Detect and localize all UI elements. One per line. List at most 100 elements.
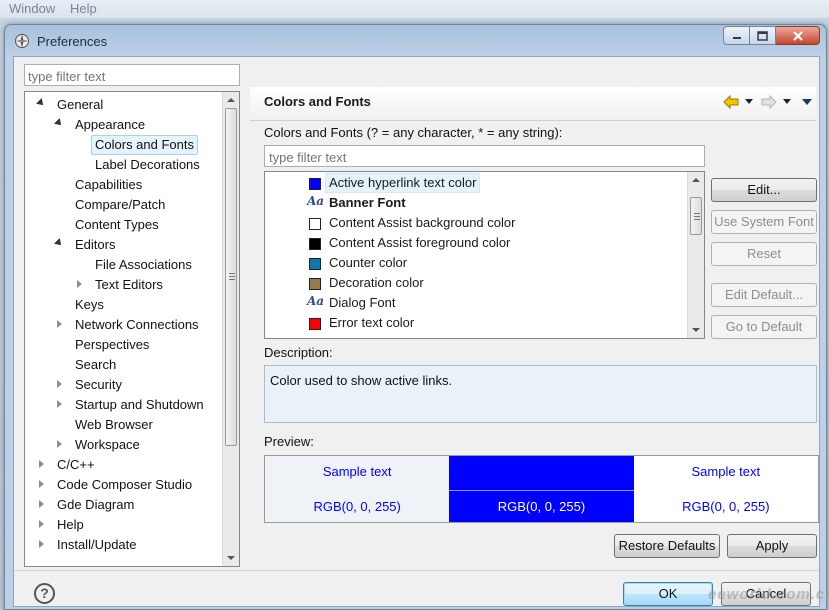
preferences-app-icon xyxy=(15,34,29,48)
list-item[interactable]: Aa Banner Font xyxy=(265,193,689,213)
collapsed-arrow-icon[interactable] xyxy=(39,520,44,528)
tree-scrollbar[interactable] xyxy=(222,92,239,566)
use-system-font-button[interactable]: Use System Font xyxy=(711,210,817,234)
collapsed-arrow-icon[interactable] xyxy=(39,480,44,488)
preferences-dialog: Preferences General Appearance Colors and … xyxy=(4,24,829,610)
colors-fonts-list[interactable]: Active hyperlink text color Aa Banner Font… xyxy=(264,171,705,339)
list-scroll-thumb[interactable] xyxy=(690,197,702,235)
preview-rgb-value: RGB(0, 0, 255) xyxy=(313,499,401,514)
preview-rgb-value: RGB(0, 0, 255) xyxy=(682,499,770,514)
edit-button[interactable]: Edit... xyxy=(711,178,817,202)
tree-filter-input[interactable] xyxy=(24,64,240,86)
scroll-down-arrow-icon[interactable] xyxy=(227,556,235,560)
tree-item[interactable]: Appearance xyxy=(54,115,149,135)
tree-item-label: Search xyxy=(75,357,117,372)
colors-filter-input[interactable] xyxy=(264,145,705,167)
tree-item[interactable]: Help xyxy=(39,515,88,535)
list-item[interactable]: Aa Dialog Font xyxy=(265,293,689,313)
ok-button[interactable]: OK xyxy=(623,582,713,606)
title-bar[interactable]: Preferences xyxy=(5,25,826,57)
tree-item[interactable]: Colors and Fonts xyxy=(77,135,198,155)
list-item[interactable]: Content Assist background color xyxy=(265,213,689,233)
help-icon[interactable]: ? xyxy=(34,583,55,604)
page-title: Colors and Fonts xyxy=(264,94,371,109)
edit-default-button[interactable]: Edit Default... xyxy=(711,283,817,307)
tree-item[interactable]: Install/Update xyxy=(39,535,141,555)
font-icon: Aa xyxy=(307,194,325,208)
list-item[interactable]: Counter color xyxy=(265,253,689,273)
tree-item-label: Install/Update xyxy=(57,537,137,552)
collapsed-arrow-icon[interactable] xyxy=(57,440,62,448)
tree-scroll-thumb[interactable] xyxy=(225,108,237,446)
close-button[interactable] xyxy=(776,26,820,45)
view-menu-icon[interactable] xyxy=(802,99,812,105)
back-arrow-icon[interactable] xyxy=(723,95,739,109)
list-item-label: Active hyperlink text color xyxy=(325,173,481,193)
list-item-label: Content Assist foreground color xyxy=(329,235,511,250)
color-swatch-icon xyxy=(309,238,321,250)
tree-item[interactable]: Capabilities xyxy=(57,175,146,195)
tree-item[interactable]: Search xyxy=(57,355,120,375)
tree-item[interactable]: Editors xyxy=(54,235,119,255)
tree-item[interactable]: Code Composer Studio xyxy=(39,475,196,495)
tree-item-label: Colors and Fonts xyxy=(91,135,198,155)
apply-button[interactable]: Apply xyxy=(727,534,817,558)
collapsed-arrow-icon[interactable] xyxy=(39,540,44,548)
menu-window[interactable]: Window xyxy=(9,1,55,16)
preferences-tree[interactable]: General Appearance Colors and Fonts Label D… xyxy=(24,91,240,567)
list-item[interactable]: Active hyperlink text color xyxy=(265,173,689,193)
list-item-label: Error text color xyxy=(329,315,415,330)
tree-item[interactable]: Text Editors xyxy=(77,275,167,295)
expanded-arrow-icon[interactable] xyxy=(36,98,46,108)
go-to-default-button[interactable]: Go to Default xyxy=(711,315,817,339)
minimize-button[interactable] xyxy=(723,26,750,45)
back-history-dropdown-icon[interactable] xyxy=(745,99,753,104)
dialog-body: General Appearance Colors and Fonts Label D… xyxy=(13,56,829,607)
list-item-label: Dialog Font xyxy=(329,295,396,310)
expanded-arrow-icon[interactable] xyxy=(54,238,64,248)
menu-help[interactable]: Help xyxy=(70,1,97,16)
tree-item[interactable]: Workspace xyxy=(57,435,144,455)
tree-item[interactable]: Web Browser xyxy=(57,415,157,435)
background-menubar: Window Help xyxy=(0,0,829,18)
forward-history-dropdown-icon[interactable] xyxy=(783,99,791,104)
tree-item[interactable]: File Associations xyxy=(77,255,196,275)
list-item[interactable]: Error text color xyxy=(265,313,689,333)
tree-item[interactable]: Security xyxy=(57,375,126,395)
collapsed-arrow-icon[interactable] xyxy=(39,460,44,468)
scroll-up-arrow-icon[interactable] xyxy=(692,178,700,182)
color-swatch-icon xyxy=(309,258,321,270)
font-icon: Aa xyxy=(307,294,325,308)
tree-item[interactable]: Gde Diagram xyxy=(39,495,138,515)
collapsed-arrow-icon[interactable] xyxy=(57,320,62,328)
tree-item[interactable]: Startup and Shutdown xyxy=(57,395,208,415)
list-item[interactable]: Content Assist foreground color xyxy=(265,233,689,253)
tree-item[interactable]: Perspectives xyxy=(57,335,153,355)
restore-defaults-button[interactable]: Restore Defaults xyxy=(614,534,720,558)
preview-label: Preview: xyxy=(264,434,314,449)
collapsed-arrow-icon[interactable] xyxy=(57,400,62,408)
collapsed-arrow-icon[interactable] xyxy=(77,280,82,288)
tree-item-label: Perspectives xyxy=(75,337,150,352)
reset-button[interactable]: Reset xyxy=(711,242,817,266)
tree-item[interactable]: Label Decorations xyxy=(77,155,204,175)
tree-item[interactable]: C/C++ xyxy=(39,455,99,475)
tree-item-label: Network Connections xyxy=(75,317,199,332)
scroll-down-arrow-icon[interactable] xyxy=(692,328,700,332)
tree-item[interactable]: Compare/Patch xyxy=(57,195,169,215)
tree-item[interactable]: Keys xyxy=(57,295,108,315)
tree-item[interactable]: Network Connections xyxy=(57,315,203,335)
tree-item-label: Web Browser xyxy=(75,417,153,432)
tree-item-label: C/C++ xyxy=(57,457,95,472)
list-item[interactable]: Decoration color xyxy=(265,273,689,293)
list-item-label: Decoration color xyxy=(329,275,424,290)
tree-item[interactable]: General xyxy=(36,95,107,115)
expanded-arrow-icon[interactable] xyxy=(54,118,64,128)
maximize-button[interactable] xyxy=(750,26,776,45)
collapsed-arrow-icon[interactable] xyxy=(39,500,44,508)
scroll-up-arrow-icon[interactable] xyxy=(227,98,235,102)
tree-item[interactable]: Content Types xyxy=(57,215,163,235)
list-scrollbar[interactable] xyxy=(687,172,704,338)
collapsed-arrow-icon[interactable] xyxy=(57,380,62,388)
forward-arrow-icon[interactable] xyxy=(761,95,777,109)
